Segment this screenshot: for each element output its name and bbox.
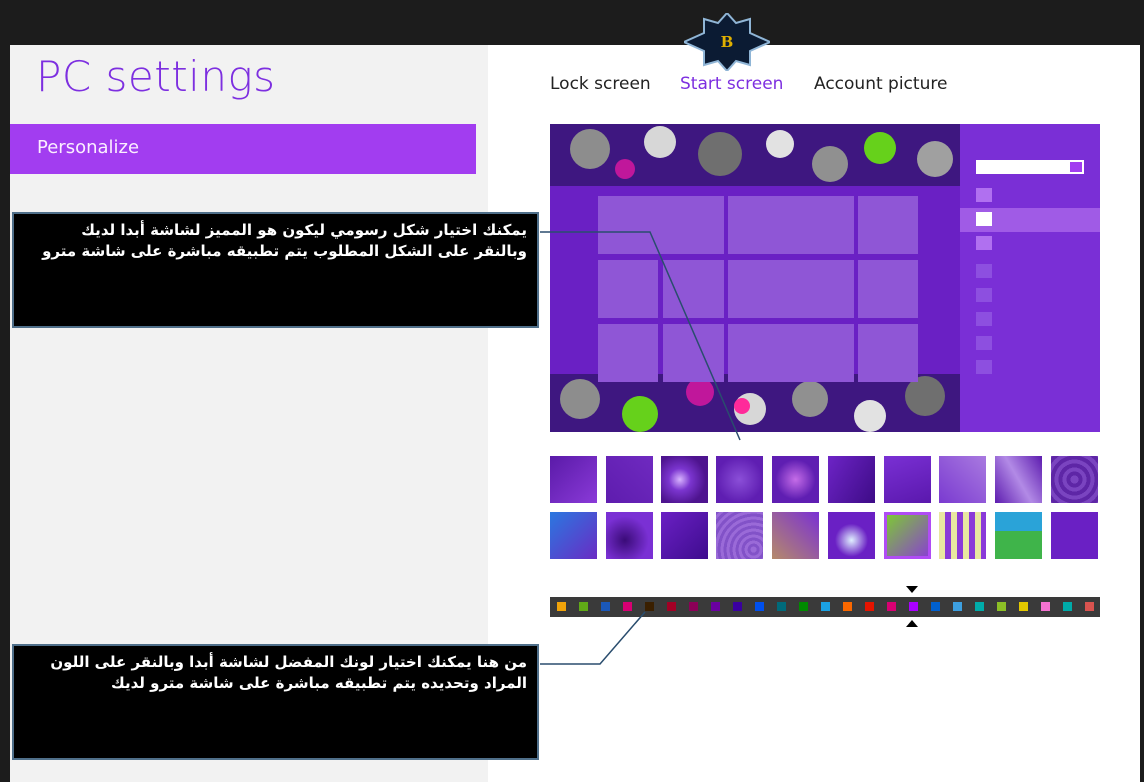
top-bar	[0, 0, 1144, 45]
color-swatch[interactable]	[1063, 602, 1072, 611]
pattern-swatch[interactable]	[550, 456, 597, 503]
preview-row-icon	[976, 188, 992, 202]
color-swatch[interactable]	[843, 602, 852, 611]
color-swatch[interactable]	[755, 602, 764, 611]
start-screen-preview	[550, 124, 1100, 432]
pattern-swatch[interactable]	[661, 456, 708, 503]
color-swatch[interactable]	[997, 602, 1006, 611]
preview-row-icon	[976, 236, 992, 250]
color-swatch[interactable]	[645, 602, 654, 611]
preview-row-icon	[976, 312, 992, 326]
color-swatch[interactable]	[799, 602, 808, 611]
pattern-swatch[interactable]	[716, 456, 763, 503]
pattern-swatch[interactable]	[661, 512, 708, 559]
pattern-swatch[interactable]	[1051, 456, 1098, 503]
preview-tile	[858, 196, 918, 254]
pattern-swatch[interactable]	[939, 512, 986, 559]
pattern-swatch[interactable]	[939, 456, 986, 503]
color-swatch[interactable]	[909, 602, 918, 611]
preview-tile	[858, 324, 918, 382]
tab-account-picture[interactable]: Account picture	[814, 74, 947, 94]
pattern-swatch[interactable]	[550, 512, 597, 559]
pattern-swatch[interactable]	[772, 456, 819, 503]
color-swatch[interactable]	[667, 602, 676, 611]
color-swatch[interactable]	[865, 602, 874, 611]
preview-row-icon	[976, 288, 992, 302]
category-label: Personalize	[37, 137, 140, 158]
pattern-swatch[interactable]	[1051, 512, 1098, 559]
preview-search-box	[976, 160, 1084, 174]
right-edge	[1140, 45, 1144, 782]
pattern-swatch[interactable]	[716, 512, 763, 559]
preview-tile	[728, 324, 854, 382]
color-marker-top-icon	[906, 586, 918, 593]
color-swatch[interactable]	[953, 602, 962, 611]
color-marker-bottom-icon	[906, 620, 918, 627]
pattern-swatch[interactable]	[606, 456, 653, 503]
pattern-swatch[interactable]	[828, 456, 875, 503]
pattern-swatch[interactable]	[772, 512, 819, 559]
preview-tile	[858, 260, 918, 318]
color-swatch[interactable]	[1085, 602, 1094, 611]
preview-tile	[598, 260, 658, 318]
color-swatch[interactable]	[689, 602, 698, 611]
page-title: PC settings	[36, 52, 276, 101]
pattern-swatch[interactable]	[606, 512, 653, 559]
pattern-swatch[interactable]	[884, 456, 931, 503]
preview-tile	[598, 324, 658, 382]
preview-tile	[663, 260, 724, 318]
color-swatch[interactable]	[1041, 602, 1050, 611]
callout-color-tip: من هنا يمكنك اختيار لونك المفضل لشاشة أب…	[12, 644, 539, 760]
color-swatch[interactable]	[733, 602, 742, 611]
callout-pattern-tip: يمكنك اختيار شكل رسومي ليكون هو المميز ل…	[12, 212, 539, 328]
pattern-swatch[interactable]	[995, 512, 1042, 559]
color-swatch[interactable]	[821, 602, 830, 611]
preview-row-icon	[976, 360, 992, 374]
category-personalize[interactable]: Personalize	[10, 124, 476, 174]
color-swatch[interactable]	[975, 602, 984, 611]
step-badge: B	[681, 11, 773, 73]
preview-search-button	[1070, 162, 1082, 172]
color-swatch[interactable]	[1019, 602, 1028, 611]
color-swatch[interactable]	[623, 602, 632, 611]
color-swatch[interactable]	[887, 602, 896, 611]
color-picker-bar	[550, 597, 1100, 617]
preview-tile	[663, 324, 724, 382]
color-swatch[interactable]	[931, 602, 940, 611]
pattern-swatch[interactable]	[828, 512, 875, 559]
color-swatch[interactable]	[601, 602, 610, 611]
color-swatch[interactable]	[777, 602, 786, 611]
preview-tile	[598, 196, 724, 254]
preview-row-icon	[976, 212, 992, 226]
color-swatch[interactable]	[579, 602, 588, 611]
preview-tile	[728, 260, 854, 318]
preview-row-icon	[976, 336, 992, 350]
preview-sidebar	[960, 124, 1100, 432]
pattern-swatch-selected[interactable]	[884, 512, 931, 559]
tab-start-screen[interactable]: Start screen	[680, 74, 783, 94]
preview-tile	[728, 196, 854, 254]
left-edge	[0, 45, 10, 782]
badge-label: B	[720, 33, 734, 51]
preview-row-icon	[976, 264, 992, 278]
tab-lock-screen[interactable]: Lock screen	[550, 74, 651, 94]
pattern-swatch[interactable]	[995, 456, 1042, 503]
color-swatch[interactable]	[557, 602, 566, 611]
color-swatch[interactable]	[711, 602, 720, 611]
